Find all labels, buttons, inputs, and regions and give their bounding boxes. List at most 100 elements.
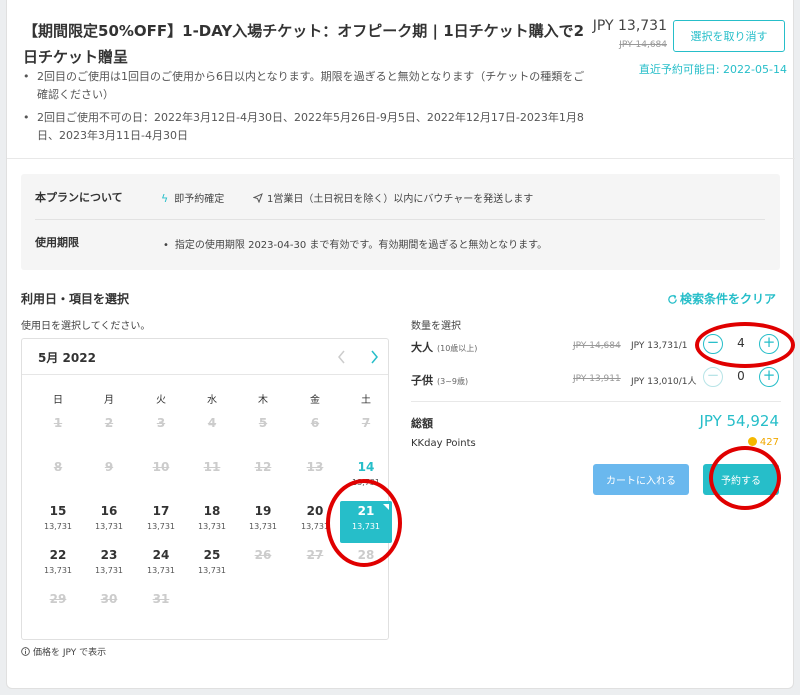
- product-title: 【期間限定50%OFF】1-DAY入場チケット：オフピーク期 | 1日チケット購…: [23, 22, 585, 66]
- day-number: 5: [258, 416, 268, 430]
- voucher-note: 1営業日（土日祝日を除く）以内にバウチャーを発送します: [252, 190, 534, 205]
- calendar-day-5: 5: [237, 413, 289, 455]
- calendar-day-27: 27: [289, 545, 341, 587]
- day-number: 2: [104, 416, 114, 430]
- calendar-day-25[interactable]: 25 13,731: [186, 545, 238, 587]
- price-currency-note: 価格を JPY で表示: [21, 645, 106, 658]
- chevron-right-icon: [371, 350, 378, 364]
- day-number: 20: [306, 504, 324, 518]
- day-number: 16: [100, 504, 118, 518]
- adult-minus-button[interactable]: −: [703, 334, 723, 354]
- child-minus-button[interactable]: −: [703, 367, 723, 387]
- calendar-day-17[interactable]: 17 13,731: [135, 501, 187, 543]
- day-number: 14: [357, 460, 375, 474]
- day-number: 17: [152, 504, 170, 518]
- day-number: 26: [254, 548, 272, 562]
- bullet: •: [163, 240, 169, 251]
- calendar-day-24[interactable]: 24 13,731: [135, 545, 187, 587]
- weekday-label: 土: [361, 395, 371, 406]
- calendar-day-2: 2: [83, 413, 135, 455]
- child-label: 子供 (3~9歳): [411, 372, 468, 388]
- day-price: 13,731: [95, 522, 123, 531]
- product-note-1: 2回目のご使用は1回目のご使用から6日以内となります。期限を過ぎると無効となりま…: [23, 68, 591, 104]
- day-number: 28: [357, 548, 375, 562]
- coin-icon: [747, 437, 757, 446]
- next-month-button[interactable]: [364, 347, 384, 367]
- day-price: 13,731: [301, 522, 329, 531]
- calendar-day-11: 11: [186, 457, 238, 499]
- day-price: 13,731: [44, 522, 72, 531]
- calendar-day-8: 8: [32, 457, 84, 499]
- minus-icon: −: [706, 333, 720, 351]
- info-icon: [21, 647, 30, 656]
- day-price: 13,731: [198, 522, 226, 531]
- clear-filter-label: 検索条件をクリア: [680, 292, 777, 306]
- calendar-day-22[interactable]: 22 13,731: [32, 545, 84, 587]
- total-label: 総額: [411, 417, 433, 430]
- day-number: 9: [104, 460, 114, 474]
- booking-card: 【期間限定50%OFF】1-DAY入場チケット：オフピーク期 | 1日チケット購…: [6, 0, 795, 689]
- prev-month-button[interactable]: [332, 347, 352, 367]
- calendar-day-15[interactable]: 15 13,731: [32, 501, 84, 543]
- day-price: 13,731: [352, 522, 380, 531]
- calendar-day-26: 26: [237, 545, 289, 587]
- adult-label-text: 大人: [411, 341, 433, 354]
- add-to-cart-button[interactable]: カートに入れる: [593, 464, 689, 495]
- weekday-label: 日: [53, 395, 63, 406]
- next-available-date: 直近予約可能日: 2022-05-14: [638, 63, 787, 76]
- clear-filter-link[interactable]: 検索条件をクリア: [667, 290, 776, 307]
- day-number: 30: [100, 592, 118, 606]
- day-number: 31: [152, 592, 170, 606]
- day-price: 13,731: [352, 478, 380, 487]
- weekday-label: 金: [310, 395, 320, 406]
- product-note-2: 2回目ご使用不可の日：2022年3月12日-4月30日、2022年5月26日-9…: [23, 109, 591, 145]
- child-original-price: JPY 13,911: [573, 374, 621, 384]
- adult-price: JPY 13,731/1: [631, 341, 688, 351]
- child-price: JPY 13,010/1人: [631, 377, 697, 387]
- voucher-note-text: 1営業日（土日祝日を除く）以内にバウチャーを発送します: [267, 194, 534, 205]
- child-plus-button[interactable]: +: [759, 367, 779, 387]
- refresh-icon: [668, 294, 677, 304]
- day-number: 12: [254, 460, 272, 474]
- deselect-button[interactable]: 選択を取り消す: [673, 20, 785, 52]
- day-number: 19: [254, 504, 272, 518]
- day-number: 29: [49, 592, 67, 606]
- day-number: 1: [53, 416, 63, 430]
- adult-label: 大人 (10歳以上): [411, 339, 477, 355]
- day-price: 13,731: [147, 522, 175, 531]
- child-count: 0: [737, 369, 745, 383]
- calendar-day-21[interactable]: 21 13,731: [340, 501, 392, 543]
- calendar-day-30: 30: [83, 589, 135, 631]
- calendar-day-16[interactable]: 16 13,731: [83, 501, 135, 543]
- day-number: 3: [156, 416, 166, 430]
- points-value: 427: [707, 437, 779, 448]
- weekday-label: 木: [258, 395, 268, 406]
- calendar-day-23[interactable]: 23 13,731: [83, 545, 135, 587]
- calendar-day-6: 6: [289, 413, 341, 455]
- plus-icon: +: [762, 333, 776, 351]
- day-number: 7: [361, 416, 371, 430]
- child-age: (3~9歳): [437, 377, 469, 386]
- date-hint: 使用日を選択してください。: [21, 321, 151, 332]
- minus-icon: −: [706, 366, 720, 384]
- plan-divider: [35, 219, 765, 220]
- day-price: 13,731: [44, 566, 72, 575]
- calendar-day-14[interactable]: 14 13,731: [340, 457, 392, 499]
- calendar-day-18[interactable]: 18 13,731: [186, 501, 238, 543]
- day-number: 8: [53, 460, 63, 474]
- points-number: 427: [759, 437, 779, 448]
- product-price: JPY 13,731: [592, 18, 667, 34]
- calendar-day-20[interactable]: 20 13,731: [289, 501, 341, 543]
- divider: [7, 158, 795, 159]
- day-number: 23: [100, 548, 118, 562]
- adult-count: 4: [737, 336, 745, 350]
- calendar-day-12: 12: [237, 457, 289, 499]
- adult-plus-button[interactable]: +: [759, 334, 779, 354]
- book-now-button[interactable]: 予約する: [703, 464, 779, 495]
- day-number: 24: [152, 548, 170, 562]
- day-number: 10: [152, 460, 170, 474]
- day-number: 11: [203, 460, 221, 474]
- day-number: 6: [310, 416, 320, 430]
- validity-note-text: 指定の使用期限 2023-04-30 まで有効です。有効期間を過ぎると無効となり…: [174, 240, 548, 251]
- calendar-day-19[interactable]: 19 13,731: [237, 501, 289, 543]
